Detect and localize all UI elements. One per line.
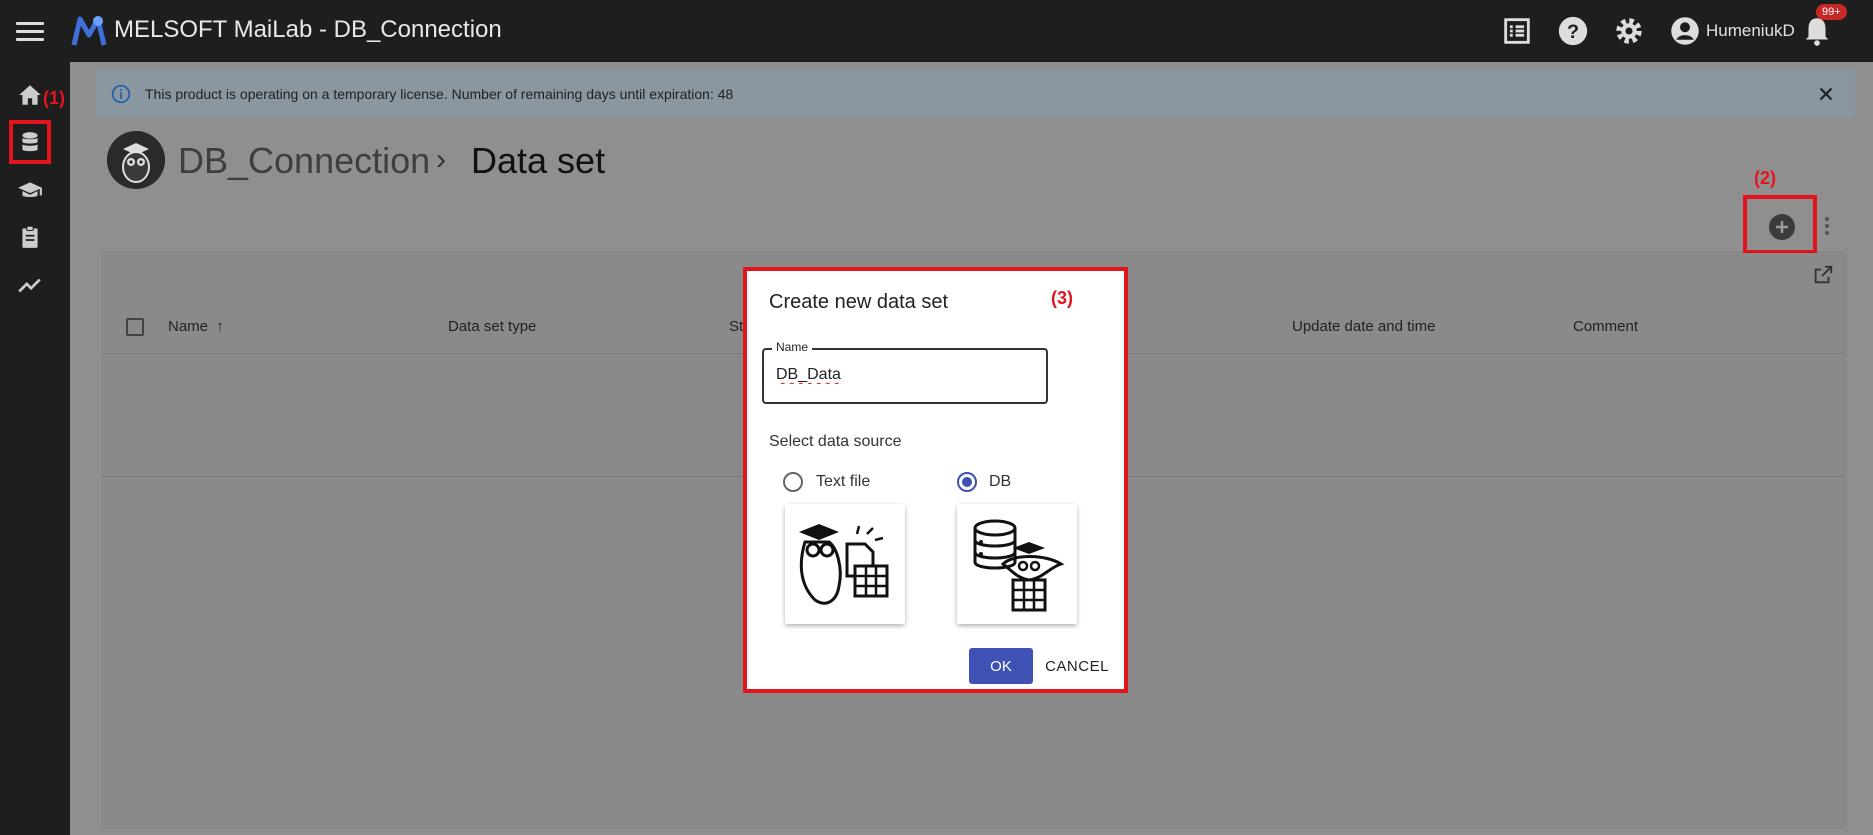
trending-icon[interactable] — [17, 272, 43, 298]
arrow-up-icon: ↑ — [216, 318, 224, 335]
column-header-status[interactable]: St — [729, 318, 743, 335]
info-icon — [111, 84, 131, 104]
list-icon[interactable] — [1500, 14, 1534, 48]
home-icon[interactable] — [17, 82, 43, 108]
annotation-label-2: (2) — [1754, 168, 1776, 188]
gear-icon[interactable] — [1612, 14, 1646, 48]
close-icon[interactable] — [1815, 83, 1837, 105]
annotation-label-1: (1) — [43, 88, 65, 108]
column-header-comment[interactable]: Comment — [1573, 318, 1638, 335]
annotation-frame-1 — [9, 120, 51, 164]
column-header-name[interactable]: Name ↑ — [168, 318, 224, 335]
annotation-frame-3 — [743, 267, 1128, 693]
annotation-label-3: (3) — [1051, 288, 1073, 308]
account-icon — [1671, 17, 1699, 45]
sidebar — [0, 62, 70, 835]
notification-badge: 99+ — [1816, 4, 1847, 20]
select-all-checkbox[interactable] — [126, 318, 144, 336]
breadcrumb-project[interactable]: DB_Connection — [178, 140, 430, 182]
menu-icon[interactable] — [14, 18, 46, 44]
top-app-bar: MELSOFT MaiLab - DB_Connection ? Humeniu… — [0, 0, 1873, 62]
breadcrumb-separator: › — [436, 143, 446, 176]
help-icon[interactable]: ? — [1556, 14, 1590, 48]
app-title: MELSOFT MaiLab - DB_Connection — [114, 16, 502, 43]
owl-icon — [107, 131, 165, 189]
project-avatar — [107, 131, 165, 189]
app-logo — [71, 16, 107, 46]
column-header-update-date[interactable]: Update date and time — [1292, 318, 1435, 335]
column-header-data-set-type[interactable]: Data set type — [448, 318, 536, 335]
graduation-cap-icon[interactable] — [17, 178, 43, 204]
svg-text:?: ? — [1567, 21, 1579, 43]
license-banner: This product is operating on a temporary… — [95, 70, 1855, 118]
open-in-new-icon[interactable] — [1812, 264, 1834, 286]
more-vert-icon[interactable] — [1822, 213, 1832, 239]
add-data-set-button[interactable] — [1769, 214, 1795, 240]
plus-icon — [1776, 221, 1788, 233]
page-title: Data set — [471, 140, 606, 181]
banner-text: This product is operating on a temporary… — [145, 86, 734, 102]
user-name: HumeniukD — [1706, 21, 1795, 40]
user-menu[interactable]: HumeniukD — [1670, 14, 1795, 48]
clipboard-icon[interactable] — [17, 224, 43, 250]
